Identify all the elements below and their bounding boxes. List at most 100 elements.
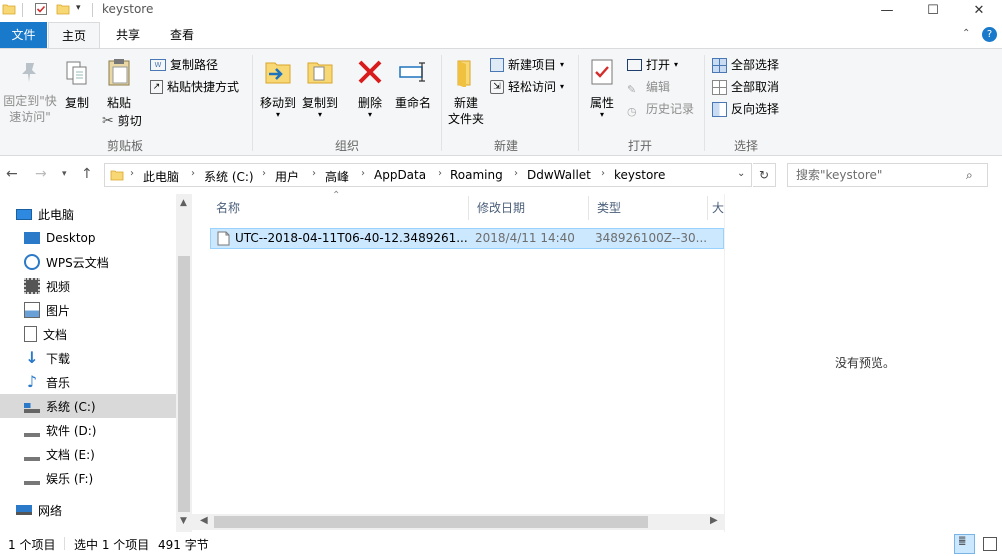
nav-item-e-drive[interactable]: 文档 (E:): [0, 442, 176, 466]
edit-icon: ✎: [627, 83, 637, 96]
back-arrow-icon[interactable]: ←: [6, 166, 18, 182]
scroll-left-icon[interactable]: ◀: [200, 515, 208, 526]
column-header-date[interactable]: 修改日期: [469, 196, 589, 220]
tab-home[interactable]: 主页: [48, 22, 100, 48]
copy-path-icon: W: [150, 59, 166, 71]
breadcrumb-appdata[interactable]: AppData: [374, 168, 426, 182]
new-item-button[interactable]: 新建项目 ▾: [490, 55, 564, 75]
move-to-icon: [265, 62, 291, 84]
ribbon-collapse-icon[interactable]: ⌃: [962, 28, 970, 39]
open-button[interactable]: 打开 ▾: [627, 55, 678, 75]
nav-item-desktop[interactable]: Desktop: [0, 226, 176, 250]
file-list: ⌃ 名称 修改日期 类型 大 UTC--2018-04-11T06-40-12.…: [192, 190, 724, 532]
history-button[interactable]: ◷ 历史记录: [627, 99, 694, 119]
cut-button[interactable]: ✂ 剪切: [102, 111, 142, 131]
quick-access-dropdown-icon[interactable]: ▾: [76, 3, 81, 13]
title-bar: ▾ keystore — ☐ ✕: [0, 0, 1002, 22]
move-to-button[interactable]: 移动到 ▾: [257, 57, 299, 119]
music-icon: ♪: [26, 372, 38, 391]
scroll-down-icon[interactable]: ▼: [180, 516, 187, 526]
properties-check-icon[interactable]: [34, 2, 48, 16]
table-row[interactable]: UTC--2018-04-11T06-40-12.3489261... 2018…: [210, 228, 724, 249]
details-view-icon: ≡ ≡: [958, 534, 966, 549]
copy-path-button[interactable]: W 复制路径: [150, 55, 218, 75]
new-folder-icon[interactable]: [56, 2, 70, 16]
video-icon: [24, 278, 40, 294]
column-header-size[interactable]: 大: [708, 196, 724, 220]
column-header-type[interactable]: 类型: [589, 196, 708, 220]
nav-item-this-pc[interactable]: 此电脑: [0, 202, 176, 226]
select-none-button[interactable]: 全部取消: [712, 77, 779, 97]
shortcut-icon: ↗: [150, 80, 163, 94]
breadcrumb-roaming[interactable]: Roaming: [450, 168, 503, 182]
desktop-icon: [24, 232, 40, 244]
refresh-button[interactable]: ↻: [753, 163, 776, 187]
forward-arrow-icon[interactable]: →: [35, 166, 47, 182]
select-all-icon: [712, 57, 727, 73]
easy-access-button[interactable]: ⇲ 轻松访问 ▾: [490, 77, 564, 97]
address-bar[interactable]: › 此电脑 › 系统 (C:) › 用户 › 高峰 › AppData › Ro…: [104, 163, 752, 187]
new-group-label: 新建: [493, 139, 518, 153]
new-folder-button[interactable]: 新建 文件夹: [446, 57, 486, 127]
file-type: 348926100Z--30...: [595, 231, 708, 245]
nav-item-pictures[interactable]: 图片: [0, 298, 176, 322]
address-dropdown-icon[interactable]: ⌄: [737, 168, 745, 179]
maximize-button[interactable]: ☐: [910, 0, 956, 20]
nav-item-videos[interactable]: 视频: [0, 274, 176, 298]
select-all-button[interactable]: 全部选择: [712, 55, 779, 75]
copy-icon: [66, 61, 87, 85]
tab-share[interactable]: 共享: [106, 22, 150, 48]
nav-item-wps-cloud[interactable]: WPS云文档: [0, 250, 176, 274]
details-view-button[interactable]: ≡ ≡: [954, 534, 975, 554]
network-icon: [16, 505, 32, 515]
pin-icon: [22, 63, 36, 82]
properties-button[interactable]: 属性 ▾: [584, 57, 620, 119]
copy-button[interactable]: 复制: [60, 59, 94, 111]
help-icon[interactable]: ?: [982, 27, 997, 42]
invert-selection-button[interactable]: 反向选择: [712, 99, 779, 119]
organize-group-label: 组织: [334, 139, 359, 153]
list-horizontal-scrollbar[interactable]: ◀ ▶: [192, 514, 724, 530]
scroll-up-icon[interactable]: ▲: [180, 198, 187, 208]
nav-item-downloads[interactable]: ↓ 下载: [0, 346, 176, 370]
column-header-name[interactable]: 名称: [208, 196, 469, 220]
breadcrumb-ddwwallet[interactable]: DdwWallet: [527, 168, 591, 182]
nav-item-music[interactable]: ♪ 音乐: [0, 370, 176, 394]
minimize-button[interactable]: —: [864, 0, 910, 20]
paste-shortcut-button[interactable]: ↗ 粘贴快捷方式: [150, 77, 239, 97]
new-folder-large-icon: [457, 60, 471, 88]
status-size: 491 字节: [158, 538, 209, 552]
ribbon: 固定到"快 速访问" 复制 粘贴 W 复制路径 ↗ 粘贴快捷方式 ✂ 剪切 剪贴…: [0, 48, 1002, 156]
nav-item-documents[interactable]: 文档: [0, 322, 176, 346]
pin-quick-access-button[interactable]: 固定到"快 速访问": [0, 59, 60, 125]
nav-item-network[interactable]: 网络: [0, 498, 176, 522]
breadcrumb-users[interactable]: 用户: [275, 168, 299, 185]
delete-button[interactable]: 删除 ▾: [352, 57, 388, 119]
tab-view[interactable]: 查看: [160, 22, 204, 48]
recent-locations-chevron-icon[interactable]: ▾: [62, 169, 67, 179]
paste-button[interactable]: 粘贴: [100, 57, 138, 111]
breadcrumb-user[interactable]: 高峰: [325, 168, 349, 185]
up-arrow-icon[interactable]: ↑: [81, 166, 93, 182]
search-input[interactable]: 搜索"keystore" ⌕: [787, 163, 988, 187]
nav-scrollbar-thumb[interactable]: [178, 256, 190, 512]
breadcrumb-this-pc[interactable]: 此电脑: [143, 168, 179, 185]
large-icons-view-button[interactable]: [980, 534, 1000, 554]
rename-button[interactable]: 重命名: [392, 57, 434, 111]
new-item-icon: [490, 58, 504, 72]
nav-scrollbar[interactable]: ▲ ▼: [176, 194, 192, 532]
nav-item-d-drive[interactable]: 软件 (D:): [0, 418, 176, 442]
edit-button[interactable]: ✎ 编辑: [627, 77, 670, 97]
nav-item-c-drive[interactable]: 系统 (C:): [0, 394, 176, 418]
breadcrumb-c-drive[interactable]: 系统 (C:): [204, 168, 254, 185]
scroll-right-icon[interactable]: ▶: [710, 515, 718, 526]
tab-file[interactable]: 文件: [0, 22, 47, 48]
search-icon: ⌕: [966, 168, 973, 182]
copy-to-button[interactable]: 复制到 ▾: [299, 57, 341, 119]
no-preview-text: 没有预览。: [835, 356, 896, 370]
history-icon: ◷: [627, 105, 637, 118]
breadcrumb-keystore[interactable]: keystore: [614, 168, 665, 182]
list-scrollbar-thumb[interactable]: [214, 516, 648, 528]
nav-item-f-drive[interactable]: 娱乐 (F:): [0, 466, 176, 490]
close-button[interactable]: ✕: [956, 0, 1002, 20]
